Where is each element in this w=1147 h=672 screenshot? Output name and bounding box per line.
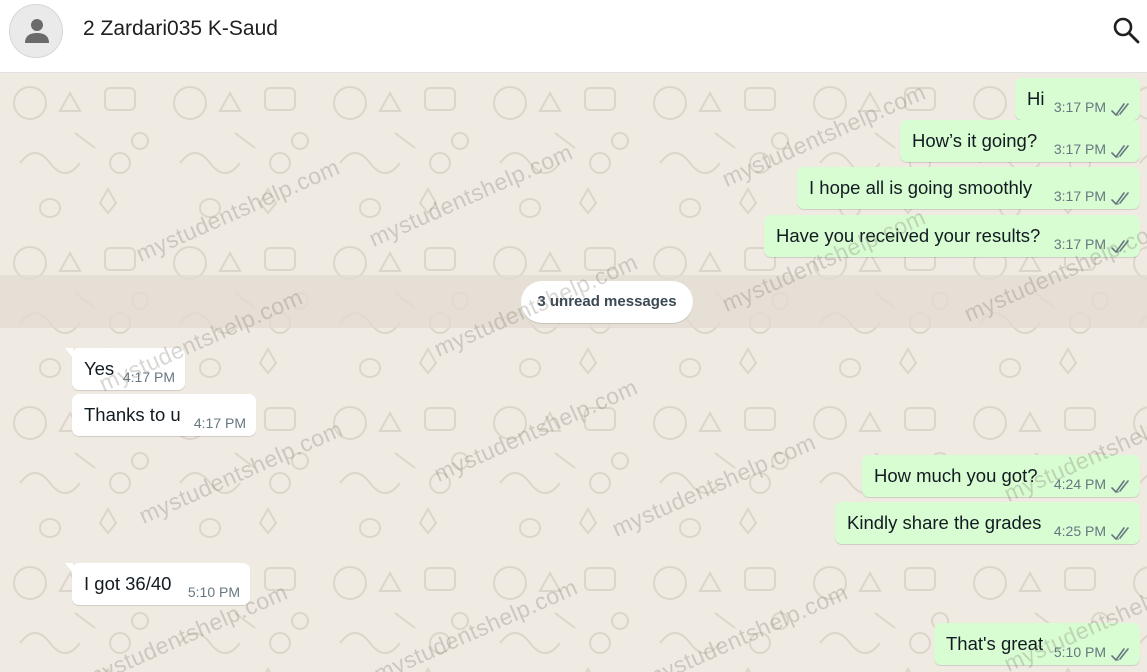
message-text: Hi bbox=[1027, 88, 1045, 109]
bubble-tail bbox=[65, 563, 73, 573]
read-receipt-icon bbox=[1111, 100, 1131, 122]
contact-name[interactable]: 2 Zardari035 K-Saud bbox=[83, 17, 278, 41]
outgoing-message[interactable]: I hope all is going smoothly 3:17 PM bbox=[797, 167, 1140, 209]
message-time: 5:10 PM bbox=[187, 584, 240, 600]
incoming-message[interactable]: I got 36/40 5:10 PM bbox=[65, 563, 250, 605]
message-time: 3:17 PM bbox=[1053, 188, 1106, 204]
outgoing-message[interactable]: Kindly share the grades 4:25 PM bbox=[835, 502, 1140, 544]
message-text: How’s it going? bbox=[912, 130, 1038, 151]
outgoing-message[interactable]: How’s it going? 3:17 PM bbox=[900, 120, 1140, 162]
message-text: I got 36/40 bbox=[84, 573, 172, 594]
message-time: 4:17 PM bbox=[193, 415, 246, 431]
search-button[interactable] bbox=[1112, 16, 1140, 44]
person-icon bbox=[25, 19, 49, 43]
bubble-tail bbox=[65, 348, 73, 358]
read-receipt-icon bbox=[1111, 189, 1131, 211]
outgoing-message[interactable]: Hi 3:17 PM bbox=[1015, 78, 1140, 120]
chat-area[interactable]: 3 unread messages Hi 3:17 PM How’s it goin… bbox=[0, 73, 1147, 672]
message-text: Thanks to u bbox=[84, 404, 181, 425]
read-receipt-icon bbox=[1111, 524, 1131, 546]
message-text: Kindly share the grades bbox=[847, 512, 1042, 533]
incoming-message[interactable]: Thanks to u 4:17 PM bbox=[72, 394, 256, 436]
chat-header: 2 Zardari035 K-Saud bbox=[0, 0, 1147, 73]
message-time: 3:17 PM bbox=[1053, 99, 1106, 115]
message-time: 4:25 PM bbox=[1053, 523, 1106, 539]
message-text: I hope all is going smoothly bbox=[809, 177, 1033, 198]
read-receipt-icon bbox=[1111, 477, 1131, 499]
contact-avatar[interactable] bbox=[9, 4, 63, 58]
search-icon bbox=[1113, 17, 1140, 44]
read-receipt-icon bbox=[1111, 142, 1131, 164]
read-receipt-icon bbox=[1111, 645, 1131, 667]
message-time: 3:17 PM bbox=[1053, 141, 1106, 157]
